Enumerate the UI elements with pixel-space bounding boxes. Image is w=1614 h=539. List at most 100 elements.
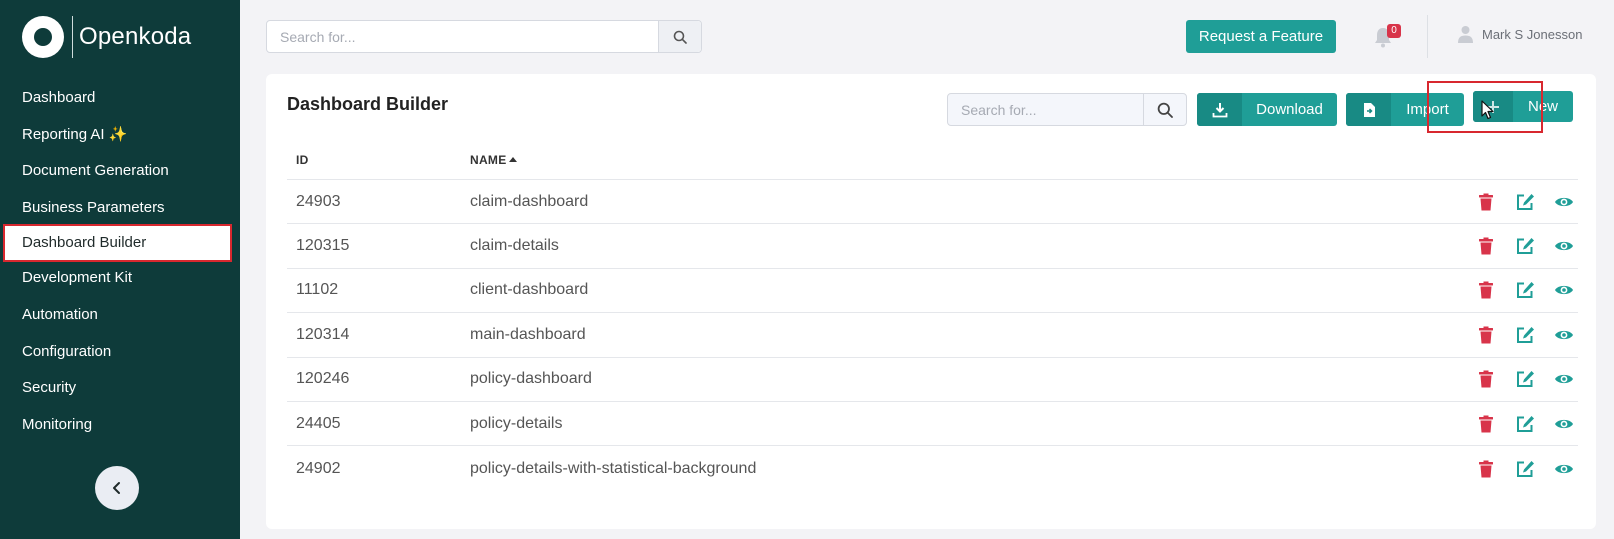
user-icon <box>1458 26 1473 43</box>
table-row: 24903 claim-dashboard <box>287 180 1578 225</box>
table-header: ID NAME <box>287 141 1578 180</box>
table-row: 120246 policy-dashboard <box>287 358 1578 402</box>
table-search <box>947 93 1187 126</box>
delete-button[interactable] <box>1475 324 1497 346</box>
view-button[interactable] <box>1553 413 1575 435</box>
row-id: 24903 <box>296 192 341 210</box>
sidebar-item-development-kit[interactable]: Development Kit <box>0 260 240 297</box>
sidebar-item-security[interactable]: Security <box>0 370 240 407</box>
sidebar-item-reporting-ai[interactable]: Reporting AI ✨ <box>0 117 240 154</box>
view-button[interactable] <box>1553 368 1575 390</box>
user-menu[interactable]: Mark S Jonesson <box>1457 25 1582 44</box>
search-icon <box>673 30 687 44</box>
import-icon <box>1363 102 1375 117</box>
delete-button[interactable] <box>1475 191 1497 213</box>
collapse-sidebar-button[interactable] <box>95 466 139 510</box>
eye-icon <box>1555 419 1573 428</box>
table-row: 24902 policy-details-with-statistical-ba… <box>287 446 1578 490</box>
trash-icon <box>1479 281 1493 299</box>
edit-icon <box>1516 415 1534 432</box>
table-row: 120315 claim-details <box>287 224 1578 269</box>
global-search-button[interactable] <box>658 21 701 52</box>
row-id: 24405 <box>296 414 341 432</box>
column-header-name[interactable]: NAME <box>470 153 1578 167</box>
edit-button[interactable] <box>1514 191 1536 213</box>
delete-button[interactable] <box>1475 279 1497 301</box>
trash-icon <box>1479 326 1493 344</box>
delete-button[interactable] <box>1475 235 1497 257</box>
trash-icon <box>1479 193 1493 211</box>
sort-ascending-icon <box>508 157 517 162</box>
trash-icon <box>1479 460 1493 478</box>
download-label: Download <box>1256 101 1323 118</box>
sidebar-nav: Dashboard Reporting AI ✨ Document Genera… <box>0 80 240 443</box>
dashboard-builder-card: Dashboard Builder Download Import New ID… <box>266 74 1596 529</box>
edit-button[interactable] <box>1514 324 1536 346</box>
view-button[interactable] <box>1553 191 1575 213</box>
trash-icon <box>1479 415 1493 433</box>
row-name: main-dashboard <box>470 325 586 343</box>
view-button[interactable] <box>1553 324 1575 346</box>
chevron-left-icon <box>113 482 120 494</box>
topbar-divider <box>1427 15 1428 58</box>
eye-icon <box>1555 330 1573 339</box>
sidebar-item-dashboard[interactable]: Dashboard <box>0 80 240 117</box>
eye-icon <box>1555 241 1573 251</box>
view-button[interactable] <box>1553 235 1575 257</box>
delete-button[interactable] <box>1475 413 1497 435</box>
edit-icon <box>1516 238 1534 255</box>
edit-button[interactable] <box>1514 413 1536 435</box>
user-name: Mark S Jonesson <box>1482 27 1583 42</box>
edit-button[interactable] <box>1514 368 1536 390</box>
download-button[interactable]: Download <box>1197 93 1337 126</box>
mouse-cursor-icon <box>1481 100 1494 120</box>
logo-icon <box>22 16 64 58</box>
row-id: 11102 <box>296 281 339 299</box>
row-id: 120246 <box>296 370 350 388</box>
row-name: policy-details <box>470 414 563 432</box>
edit-icon <box>1516 193 1534 210</box>
row-name: claim-details <box>470 237 559 255</box>
eye-icon <box>1555 375 1573 384</box>
view-button[interactable] <box>1553 458 1575 480</box>
row-name: claim-dashboard <box>470 192 589 210</box>
edit-icon <box>1516 371 1534 388</box>
global-search-input[interactable] <box>267 21 658 52</box>
table-search-button[interactable] <box>1143 94 1186 125</box>
sidebar: Openkoda Dashboard Reporting AI ✨ Docume… <box>0 0 240 539</box>
eye-icon <box>1555 286 1573 295</box>
search-icon <box>1157 102 1173 118</box>
row-name: client-dashboard <box>470 281 589 299</box>
sidebar-item-configuration[interactable]: Configuration <box>0 334 240 371</box>
edit-icon <box>1516 282 1534 299</box>
sidebar-item-dashboard-builder[interactable]: Dashboard Builder <box>3 224 232 263</box>
column-header-id[interactable]: ID <box>287 153 470 167</box>
brand-name: Openkoda <box>79 23 192 50</box>
edit-button[interactable] <box>1514 458 1536 480</box>
sidebar-item-monitoring[interactable]: Monitoring <box>0 407 240 444</box>
sidebar-item-document-generation[interactable]: Document Generation <box>0 153 240 190</box>
row-name: policy-details-with-statistical-backgrou… <box>470 459 757 477</box>
edit-icon <box>1516 326 1534 343</box>
table-row: 120314 main-dashboard <box>287 313 1578 358</box>
delete-button[interactable] <box>1475 368 1497 390</box>
sidebar-item-automation[interactable]: Automation <box>0 297 240 334</box>
row-id: 120314 <box>296 325 350 343</box>
download-icon <box>1212 102 1227 117</box>
table-row: 11102 client-dashboard <box>287 269 1578 314</box>
sidebar-item-business-parameters[interactable]: Business Parameters <box>0 190 240 227</box>
request-feature-button[interactable]: Request a Feature <box>1186 20 1336 53</box>
eye-icon <box>1555 197 1573 206</box>
row-id: 120315 <box>296 237 350 255</box>
view-button[interactable] <box>1553 279 1575 301</box>
edit-icon <box>1516 460 1534 477</box>
table-search-input[interactable] <box>948 94 1143 125</box>
global-search <box>266 20 702 53</box>
delete-button[interactable] <box>1475 458 1497 480</box>
edit-button[interactable] <box>1514 235 1536 257</box>
table-row: 24405 policy-details <box>287 402 1578 447</box>
edit-button[interactable] <box>1514 279 1536 301</box>
trash-icon <box>1479 370 1493 388</box>
brand-logo[interactable]: Openkoda <box>22 16 191 58</box>
page-title: Dashboard Builder <box>287 94 449 114</box>
